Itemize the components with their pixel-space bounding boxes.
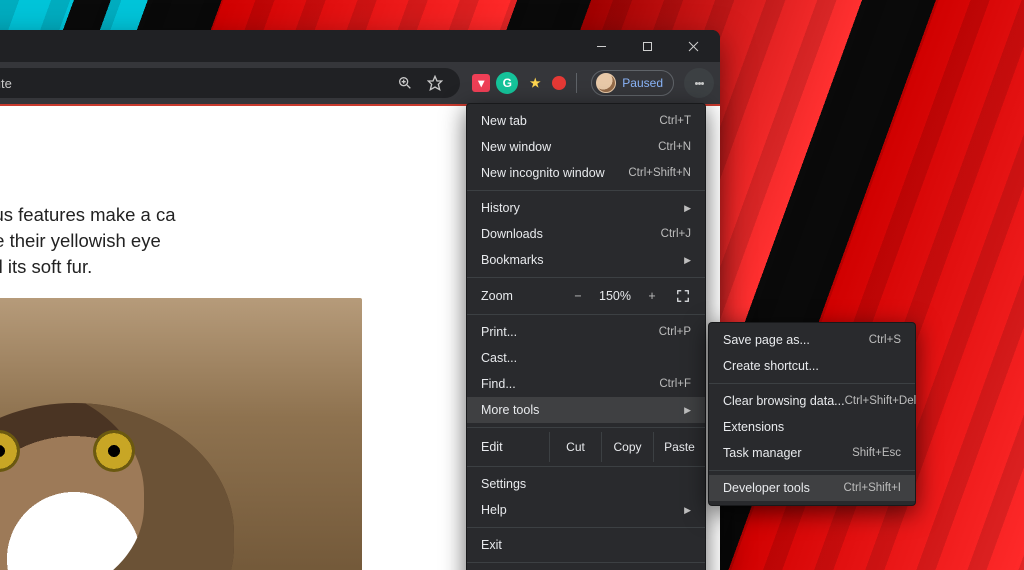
menu-separator (467, 314, 705, 315)
edit-label: Edit (481, 440, 503, 454)
edit-paste-button[interactable]: Paste (653, 432, 705, 462)
submenu-developer-tools[interactable]: Developer toolsCtrl+Shift+I (709, 475, 915, 501)
menu-settings[interactable]: Settings (467, 471, 705, 497)
image-detail (93, 430, 135, 472)
menu-exit[interactable]: Exit (467, 532, 705, 558)
window-minimize-button[interactable] (578, 31, 624, 61)
submenu-arrow-icon: ▶ (684, 405, 691, 416)
extension-record-icon[interactable] (552, 76, 566, 90)
edit-copy-button[interactable]: Copy (601, 432, 653, 462)
url-text: ychological-point-of-view-what-makes-cat… (0, 76, 390, 91)
window-close-button[interactable] (670, 31, 716, 61)
menu-separator (467, 466, 705, 467)
profile-paused-chip[interactable]: Paused (591, 70, 674, 96)
bookmark-star-icon[interactable] (420, 68, 450, 98)
menu-cast[interactable]: Cast... (467, 345, 705, 371)
zoom-label: Zoom (481, 289, 513, 303)
extension-star-icon[interactable]: ★ (524, 72, 546, 94)
browser-toolbar: ychological-point-of-view-what-makes-cat… (0, 62, 720, 104)
submenu-arrow-icon: ▶ (684, 505, 691, 516)
window-titlebar (0, 30, 720, 62)
menu-new-window[interactable]: New windowCtrl+N (467, 134, 705, 160)
toolbar-divider (576, 73, 577, 93)
more-tools-submenu: Save page as...Ctrl+S Create shortcut...… (708, 322, 916, 506)
menu-separator (467, 427, 705, 428)
menu-edit-row: Edit Cut Copy Paste (467, 432, 705, 462)
submenu-arrow-icon: ▶ (684, 255, 691, 266)
window-maximize-button[interactable] (624, 31, 670, 61)
menu-print[interactable]: Print...Ctrl+P (467, 319, 705, 345)
menu-zoom-row: Zoom − 150% + (467, 282, 705, 310)
menu-separator (709, 470, 915, 471)
submenu-task-manager[interactable]: Task managerShift+Esc (709, 440, 915, 466)
menu-separator (467, 190, 705, 191)
menu-history[interactable]: History▶ (467, 195, 705, 221)
article-image (0, 298, 362, 570)
menu-new-incognito[interactable]: New incognito windowCtrl+Shift+N (467, 160, 705, 186)
submenu-create-shortcut[interactable]: Create shortcut... (709, 353, 915, 379)
edit-cut-button[interactable]: Cut (549, 432, 601, 462)
zoom-value: 150% (591, 289, 639, 303)
menu-separator (467, 277, 705, 278)
chrome-menu-button[interactable] (684, 68, 714, 98)
profile-status-label: Paused (622, 76, 663, 90)
menu-help[interactable]: Help▶ (467, 497, 705, 523)
menu-more-tools[interactable]: More tools▶ (467, 397, 705, 423)
menu-new-tab[interactable]: New tabCtrl+T (467, 108, 705, 134)
menu-find[interactable]: Find...Ctrl+F (467, 371, 705, 397)
image-detail (0, 430, 20, 472)
menu-separator (467, 527, 705, 528)
submenu-clear-browsing-data[interactable]: Clear browsing data...Ctrl+Shift+Del (709, 388, 915, 414)
submenu-save-page[interactable]: Save page as...Ctrl+S (709, 327, 915, 353)
fullscreen-icon[interactable] (671, 284, 695, 308)
address-bar[interactable]: ychological-point-of-view-what-makes-cat… (0, 68, 460, 98)
zoom-indicator-icon[interactable] (390, 68, 420, 98)
extension-grammarly-icon[interactable]: G (496, 72, 518, 94)
zoom-out-button[interactable]: − (565, 289, 591, 303)
zoom-in-button[interactable]: + (639, 289, 665, 303)
chrome-main-menu: New tabCtrl+T New windowCtrl+N New incog… (466, 103, 706, 570)
menu-bookmarks[interactable]: Bookmarks▶ (467, 247, 705, 273)
avatar-icon (596, 73, 616, 93)
extension-pocket-icon[interactable]: ▾ (472, 74, 490, 92)
submenu-extensions[interactable]: Extensions (709, 414, 915, 440)
menu-separator (709, 383, 915, 384)
submenu-arrow-icon: ▶ (684, 203, 691, 214)
menu-separator (467, 562, 705, 563)
menu-downloads[interactable]: DownloadsCtrl+J (467, 221, 705, 247)
